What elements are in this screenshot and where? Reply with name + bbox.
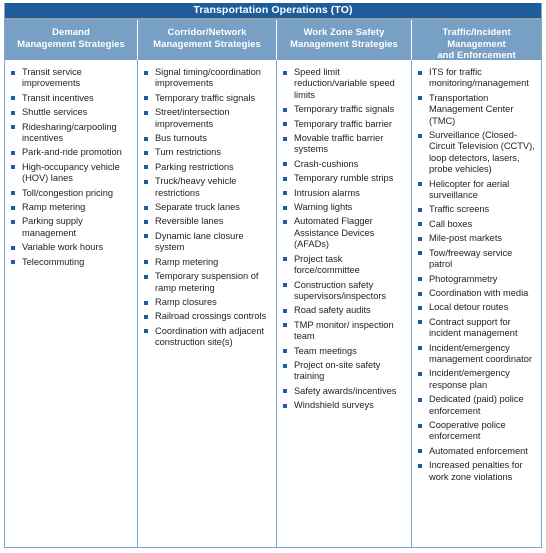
strategy-list-item: ITS for traffic monitoring/management (416, 67, 536, 90)
strategy-list-item: Ramp closures (142, 297, 271, 308)
strategy-list-item: Intrusion alarms (281, 188, 406, 199)
strategy-list-item: Turn restrictions (142, 147, 271, 158)
strategy-list-corridor-network-management: Signal timing/coordination improvements T… (142, 67, 271, 349)
strategy-list-item: Photogrammetry (416, 274, 536, 285)
strategy-list-item: Traffic screens (416, 204, 536, 215)
strategy-list-item: Increased penalties for work zone violat… (416, 460, 536, 483)
strategy-list-item: Movable traffic barrier systems (281, 133, 406, 156)
strategy-list-item: Temporary rumble strips (281, 173, 406, 184)
column-body-work-zone-safety-management: Speed limit reduction/variable speed lim… (277, 60, 412, 547)
column-header-work-zone-safety-management: Work Zone Safety Management Strategies (277, 20, 412, 60)
column-header-corridor-network-management: Corridor/Network Management Strategies (138, 20, 277, 60)
strategy-list-item: Cooperative police enforcement (416, 420, 536, 443)
strategy-list-item: Park-and-ride promotion (9, 147, 132, 158)
strategy-list-item: Project task force/committee (281, 254, 406, 277)
strategy-list-item: Crash-cushions (281, 159, 406, 170)
column-header-traffic-incident-management-enforcement: Traffic/Incident Management and Enforcem… (412, 20, 541, 73)
strategy-list-item: Shuttle services (9, 107, 132, 118)
column-body-corridor-network-management: Signal timing/coordination improvements T… (138, 60, 277, 547)
strategy-list-item: Local detour routes (416, 302, 536, 313)
strategy-list-traffic-incident-management-enforcement: ITS for traffic monitoring/management Tra… (416, 67, 536, 483)
strategy-list-demand-management: Transit service improvements Transit ince… (9, 67, 132, 268)
strategy-list-item: Construction safety supervisors/inspecto… (281, 280, 406, 303)
strategy-list-item: Incident/emergency response plan (416, 368, 536, 391)
strategy-list-item: Surveillance (Closed-Circuit Television … (416, 130, 536, 176)
strategy-list-item: Dynamic lane closure system (142, 231, 271, 254)
strategy-list-item: Temporary suspension of ramp metering (142, 271, 271, 294)
column-header-demand-management: Demand Management Strategies (5, 20, 138, 60)
strategy-list-item: TMP monitor/ inspection team (281, 320, 406, 343)
strategy-list-item: Road safety audits (281, 305, 406, 316)
strategy-list-work-zone-safety-management: Speed limit reduction/variable speed lim… (281, 67, 406, 412)
strategy-list-item: Contract support for incident management (416, 317, 536, 340)
column-header-line-1: Traffic/Incident Management (442, 27, 511, 50)
table-title: Transportation Operations (TO) (5, 3, 541, 20)
strategy-list-item: Tow/freeway service patrol (416, 248, 536, 271)
strategy-list-item: Windshield surveys (281, 400, 406, 411)
strategy-list-item: Parking restrictions (142, 162, 271, 173)
strategy-list-item: Coordination with adjacent construction … (142, 326, 271, 349)
strategy-list-item: Temporary traffic signals (281, 104, 406, 115)
strategy-list-item: Helicopter for aerial surveillance (416, 179, 536, 202)
strategy-list-item: Ridesharing/carpooling incentives (9, 122, 132, 145)
strategy-list-item: Temporary traffic signals (142, 93, 271, 104)
strategy-list-item: Transit incentives (9, 93, 132, 104)
strategy-list-item: Ramp metering (142, 257, 271, 268)
strategy-list-item: Project on-site safety training (281, 360, 406, 383)
strategy-list-item: Separate truck lanes (142, 202, 271, 213)
strategy-list-item: Dedicated (paid) police enforcement (416, 394, 536, 417)
column-header-line-2: Management Strategies (17, 38, 125, 50)
strategy-list-item: Mile-post markets (416, 233, 536, 244)
strategy-list-item: Warning lights (281, 202, 406, 213)
strategy-list-item: Street/intersection improvements (142, 107, 271, 130)
strategy-list-item: Transportation Management Center (TMC) (416, 93, 536, 127)
strategy-list-item: Safety awards/incentives (281, 386, 406, 397)
column-header-line-1: Work Zone Safety (303, 27, 385, 38)
column-header-line-2: Management Strategies (290, 38, 398, 50)
strategy-list-item: Railroad crossings controls (142, 311, 271, 322)
column-header-line-1: Corridor/Network (167, 27, 247, 38)
column-body-demand-management: Transit service improvements Transit ince… (5, 60, 138, 547)
strategy-list-item: High-occupancy vehicle (HOV) lanes (9, 162, 132, 185)
strategy-list-item: Toll/congestion pricing (9, 188, 132, 199)
strategy-list-item: Parking supply management (9, 216, 132, 239)
strategy-list-item: Call boxes (416, 219, 536, 230)
strategy-list-item: Ramp metering (9, 202, 132, 213)
strategy-list-item: Team meetings (281, 346, 406, 357)
column-header-line-1: Demand (52, 27, 90, 38)
strategy-list-item: Transit service improvements (9, 67, 132, 90)
table-body-row: Transit service improvements Transit ince… (5, 60, 541, 547)
column-header-line-2: Management Strategies (153, 38, 261, 50)
strategy-list-item: Reversible lanes (142, 216, 271, 227)
strategy-list-item: Variable work hours (9, 242, 132, 253)
table-header-row: Demand Management Strategies Corridor/Ne… (5, 20, 541, 73)
strategy-list-item: Incident/emergency management coordinato… (416, 343, 536, 366)
strategy-list-item: Temporary traffic barrier (281, 119, 406, 130)
strategy-list-item: Speed limit reduction/variable speed lim… (281, 67, 406, 101)
strategy-list-item: Automated enforcement (416, 446, 536, 457)
strategy-list-item: Truck/heavy vehicle restrictions (142, 176, 271, 199)
strategy-list-item: Bus turnouts (142, 133, 271, 144)
transportation-operations-table: Transportation Operations (TO) Demand Ma… (4, 3, 542, 548)
strategy-list-item: Telecommuting (9, 257, 132, 268)
strategy-list-item: Signal timing/coordination improvements (142, 67, 271, 90)
strategy-list-item: Automated Flagger Assistance Devices (AF… (281, 216, 406, 250)
column-body-traffic-incident-management-enforcement: ITS for traffic monitoring/management Tra… (412, 60, 541, 547)
strategy-list-item: Coordination with media (416, 288, 536, 299)
transportation-operations-table-container: Transportation Operations (TO) Demand Ma… (0, 0, 546, 553)
